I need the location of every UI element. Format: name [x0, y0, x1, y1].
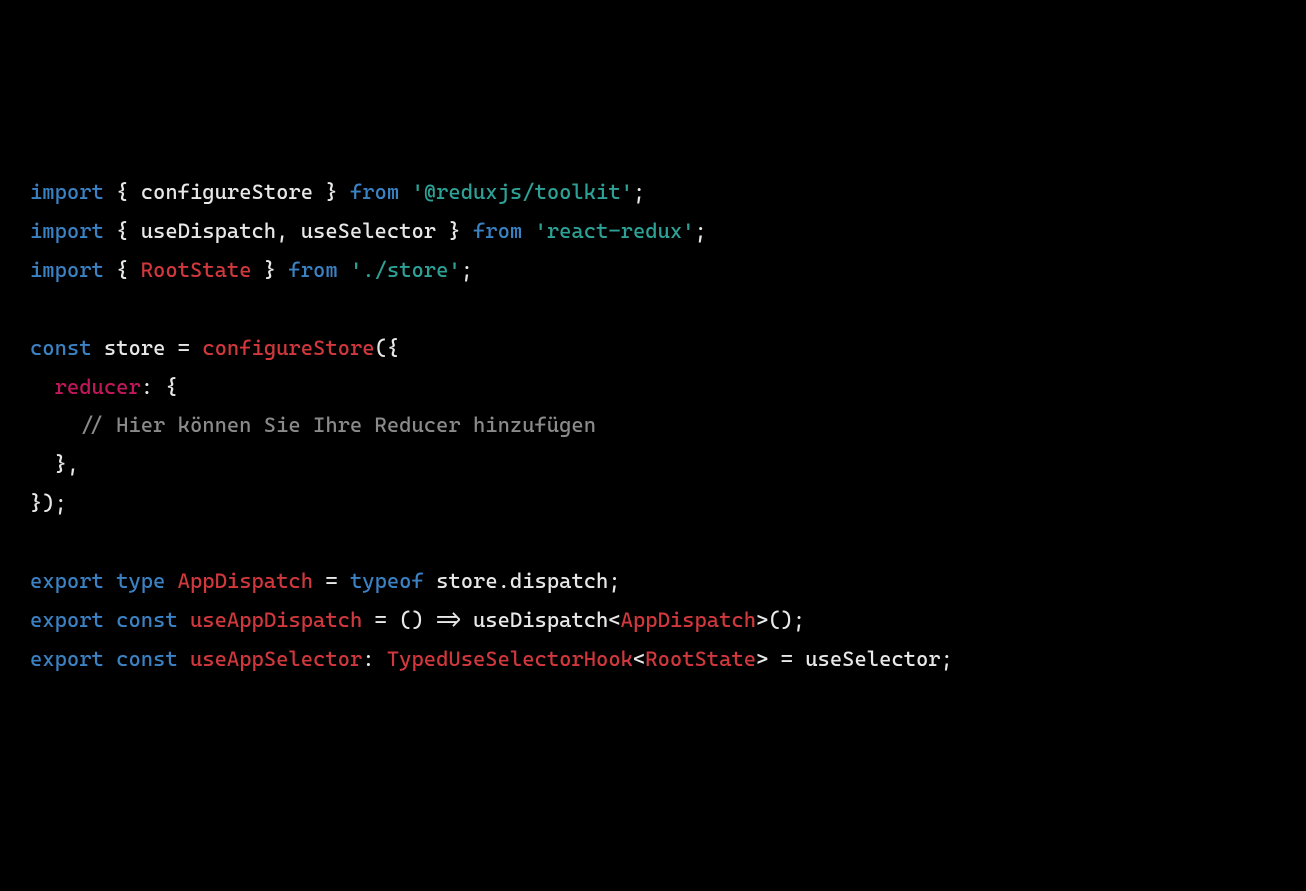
space: [92, 336, 104, 360]
code-line-6: reducer: {: [30, 368, 1276, 407]
keyword-export: export: [30, 608, 104, 632]
identifier: useAppDispatch: [190, 608, 362, 632]
semicolon: ;: [461, 258, 473, 282]
indent: [30, 375, 55, 399]
identifier: configureStore: [141, 180, 313, 204]
space: [399, 180, 411, 204]
code-line-11: export type AppDispatch = typeof store.d…: [30, 562, 1276, 601]
code-line-5: const store = configureStore({: [30, 329, 1276, 368]
space: [424, 569, 436, 593]
semicolon: ;: [694, 219, 706, 243]
semicolon: ;: [633, 180, 645, 204]
string-literal: './store': [350, 258, 461, 282]
keyword-const: const: [116, 608, 178, 632]
identifier: useDispatch, useSelector: [141, 219, 436, 243]
space: [104, 569, 116, 593]
type-name: AppDispatch: [178, 569, 313, 593]
keyword-import: import: [30, 258, 104, 282]
keyword-type: type: [116, 569, 165, 593]
brace: {: [104, 219, 141, 243]
keyword-from: from: [350, 180, 399, 204]
type-name: TypedUseSelectorHook: [387, 647, 633, 671]
code-line-8: },: [30, 445, 1276, 484]
space: [104, 608, 116, 632]
comment: // Hier können Sie Ihre Reducer hinzufüg…: [79, 413, 596, 437]
space: [338, 258, 350, 282]
punct: >();: [756, 608, 805, 632]
code-line-2: import { useDispatch, useSelector } from…: [30, 212, 1276, 251]
expression: = () => useDispatch<: [362, 608, 620, 632]
angle-bracket: >: [756, 647, 768, 671]
keyword-import: import: [30, 180, 104, 204]
space: [104, 647, 116, 671]
keyword-export: export: [30, 569, 104, 593]
operator: =: [313, 569, 350, 593]
space: [165, 569, 177, 593]
space: [178, 608, 190, 632]
paren: ({: [375, 336, 400, 360]
blank-line: [30, 523, 1276, 562]
keyword-const: const: [30, 336, 92, 360]
angle-bracket: <: [633, 647, 645, 671]
expression: store.dispatch;: [436, 569, 621, 593]
brace: }: [313, 180, 350, 204]
expression: = useSelector;: [768, 647, 953, 671]
code-line-7: // Hier können Sie Ihre Reducer hinzufüg…: [30, 406, 1276, 445]
space: [522, 219, 534, 243]
keyword-from: from: [288, 258, 337, 282]
type-name: RootState: [141, 258, 252, 282]
code-line-12: export const useAppDispatch = () => useD…: [30, 601, 1276, 640]
space: [178, 647, 190, 671]
string-literal: 'react-redux': [535, 219, 695, 243]
code-line-9: });: [30, 484, 1276, 523]
punct: : {: [141, 375, 178, 399]
keyword-import: import: [30, 219, 104, 243]
code-block: import { configureStore } from '@reduxjs…: [30, 173, 1276, 678]
type-name: RootState: [645, 647, 756, 671]
indent: [30, 413, 79, 437]
code-line-3: import { RootState } from './store';: [30, 251, 1276, 290]
code-line-13: export const useAppSelector: TypedUseSel…: [30, 640, 1276, 679]
keyword-typeof: typeof: [350, 569, 424, 593]
code-line-1: import { configureStore } from '@reduxjs…: [30, 173, 1276, 212]
identifier: store: [104, 336, 166, 360]
type-name: AppDispatch: [621, 608, 756, 632]
keyword-from: from: [473, 219, 522, 243]
brace: }: [436, 219, 473, 243]
punct: :: [362, 647, 387, 671]
brace: {: [104, 180, 141, 204]
keyword-const: const: [116, 647, 178, 671]
blank-line: [30, 290, 1276, 329]
brace: }: [252, 258, 289, 282]
string-literal: '@reduxjs/toolkit': [411, 180, 632, 204]
function-call: configureStore: [202, 336, 374, 360]
property-name: reducer: [55, 375, 141, 399]
keyword-export: export: [30, 647, 104, 671]
identifier: useAppSelector: [190, 647, 362, 671]
brace: {: [104, 258, 141, 282]
operator: =: [165, 336, 202, 360]
